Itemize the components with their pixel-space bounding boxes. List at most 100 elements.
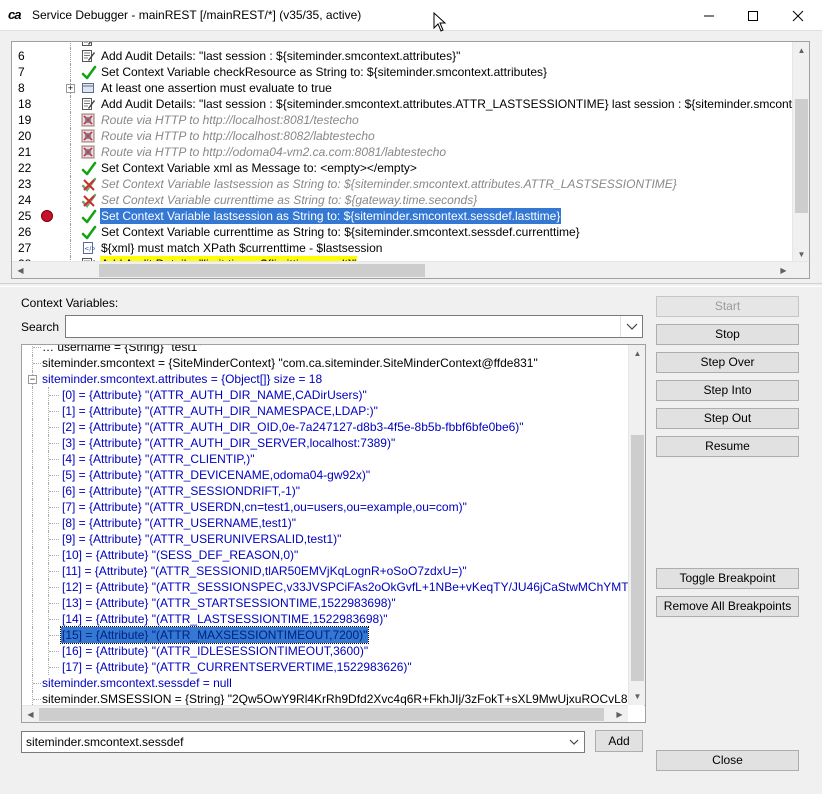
tree-vertical-scrollbar[interactable]: ▲ ▼	[628, 345, 645, 705]
step-over-button[interactable]: Step Over	[656, 352, 799, 373]
context-variable-row[interactable]: siteminder.smcontext = {SiteMinderContex…	[22, 355, 627, 371]
context-variable-row[interactable]: [17] = {Attribute} "(ATTR_CURRENTSERVERT…	[22, 659, 627, 675]
assertion-row[interactable]: 20 Route via HTTP to http://localhost:808…	[12, 128, 792, 144]
search-dropdown-button[interactable]	[620, 316, 642, 337]
minimize-icon	[704, 15, 714, 16]
policy-assertion-list[interactable]: 6 Add Audit Details: "last session : ${si…	[11, 41, 810, 279]
context-variable-row[interactable]: [10] = {Attribute} "(SESS_DEF_REASON,0)"	[22, 547, 627, 563]
close-window-button[interactable]	[776, 0, 820, 31]
tree-horizontal-scrollbar[interactable]: ◀ ▶	[22, 705, 628, 722]
resume-button[interactable]: Resume	[656, 436, 799, 457]
tree-connector	[70, 240, 71, 256]
assertion-row[interactable]: 6 Add Audit Details: "last session : ${si…	[12, 48, 792, 64]
step-into-button[interactable]: Step Into	[656, 380, 799, 401]
assertion-row[interactable]: 23 Set Context Variable lastsession as St…	[12, 176, 792, 192]
variable-name-combobox[interactable]: siteminder.smcontext.sessdef	[21, 731, 585, 753]
assertion-text: Set Context Variable lastsession as Stri…	[100, 208, 562, 224]
context-variable-row[interactable]: [3] = {Attribute} "(ATTR_AUTH_DIR_SERVER…	[22, 435, 627, 451]
tree-connector	[32, 579, 33, 595]
context-variable-row[interactable]: [9] = {Attribute} "(ATTR_USERUNIVERSALID…	[22, 531, 627, 547]
step-out-button[interactable]: Step Out	[656, 408, 799, 429]
assertion-row[interactable]: 24 Set Context Variable currenttime as St…	[12, 192, 792, 208]
scroll-left-icon[interactable]: ◀	[12, 262, 29, 278]
context-variable-text: [0] = {Attribute} "(ATTR_AUTH_DIR_NAME,C…	[62, 388, 367, 402]
line-number: 7	[18, 65, 25, 79]
assertion-text: Set Context Variable currenttime as Stri…	[101, 225, 580, 239]
assertion-row[interactable]: 7 Set Context Variable checkResource as S…	[12, 64, 792, 80]
context-variable-row[interactable]: [15] = {Attribute} "(ATTR_MAXSESSIONTIME…	[22, 626, 627, 644]
maximize-button[interactable]	[731, 0, 775, 31]
tree-connector	[32, 659, 33, 675]
add-variable-button[interactable]: Add	[595, 730, 643, 752]
assertion-row[interactable]: 25 Set Context Variable lastsession as St…	[12, 208, 792, 224]
assertion-row[interactable]: 8 + At least one assertion must evaluate t…	[12, 80, 792, 96]
stop-button[interactable]: Stop	[656, 324, 799, 345]
scroll-thumb[interactable]	[795, 99, 808, 213]
line-number: 23	[18, 177, 32, 191]
edit-icon	[81, 97, 95, 111]
search-input[interactable]	[66, 316, 621, 337]
context-variable-row[interactable]: − siteminder.smcontext.attributes = {Obje…	[22, 371, 627, 387]
context-variable-row[interactable]: [2] = {Attribute} "(ATTR_AUTH_DIR_OID,0e…	[22, 419, 627, 435]
assertion-row[interactable]: 26 Set Context Variable currenttime as St…	[12, 224, 792, 240]
check-icon	[81, 209, 97, 224]
scroll-thumb[interactable]	[39, 708, 604, 721]
variable-dropdown-button[interactable]	[564, 732, 584, 752]
context-variable-text: [3] = {Attribute} "(ATTR_AUTH_DIR_SERVER…	[62, 436, 396, 450]
context-variable-row[interactable]: [4] = {Attribute} "(ATTR_CLIENTIP,)"	[22, 451, 627, 467]
context-variable-row[interactable]: [0] = {Attribute} "(ATTR_AUTH_DIR_NAME,C…	[22, 387, 627, 403]
tree-connector	[49, 475, 59, 476]
assertion-row[interactable]: 19 Route via HTTP to http://localhost:808…	[12, 112, 792, 128]
context-variable-row[interactable]: [8] = {Attribute} "(ATTR_USERNAME,test1)…	[22, 515, 627, 531]
scroll-thumb[interactable]	[631, 435, 644, 681]
context-variable-row[interactable]: [13] = {Attribute} "(ATTR_STARTSESSIONTI…	[22, 595, 627, 611]
context-variable-row[interactable]: … username = {String} "test1"	[22, 345, 627, 355]
check-disabled-icon	[81, 177, 97, 192]
breakpoint-icon[interactable]	[41, 210, 53, 222]
scroll-up-icon[interactable]: ▲	[793, 42, 809, 59]
title-bar[interactable]: ca Service Debugger - mainREST [/mainRES…	[0, 0, 822, 31]
split-pane-divider[interactable]	[0, 283, 822, 287]
line-number: 6	[18, 49, 25, 63]
line-number: 21	[18, 145, 32, 159]
start-button[interactable]: Start	[656, 296, 799, 317]
minimize-button[interactable]	[687, 0, 731, 31]
context-variable-row[interactable]: [11] = {Attribute} "(ATTR_SESSIONID,tlAR…	[22, 563, 627, 579]
search-combobox[interactable]	[65, 315, 643, 338]
scroll-left-icon[interactable]: ◀	[22, 706, 39, 722]
tree-connector	[49, 395, 59, 396]
tree-connector	[70, 48, 71, 64]
context-variable-text: siteminder.smcontext = {SiteMinderContex…	[42, 356, 538, 370]
tree-connector	[33, 699, 41, 700]
scroll-right-icon[interactable]: ▶	[611, 706, 628, 722]
collapse-icon[interactable]: −	[28, 375, 37, 384]
context-variable-row[interactable]: [14] = {Attribute} "(ATTR_LASTSESSIONTIM…	[22, 611, 627, 627]
close-icon	[792, 10, 804, 21]
assertion-row[interactable]: 22 Set Context Variable xml as Message to…	[12, 160, 792, 176]
scroll-right-icon[interactable]: ▶	[775, 262, 792, 278]
remove-all-breakpoints-button[interactable]: Remove All Breakpoints	[656, 596, 799, 617]
assertion-row[interactable]: 21 Route via HTTP to http://odoma04-vm2.c…	[12, 144, 792, 160]
assertion-horizontal-scrollbar[interactable]: ◀ ▶	[12, 261, 809, 278]
context-variable-row[interactable]: [1] = {Attribute} "(ATTR_AUTH_DIR_NAMESP…	[22, 403, 627, 419]
context-variables-tree[interactable]: … username = {String} "test1" siteminder.…	[21, 344, 646, 723]
assertion-vertical-scrollbar[interactable]: ▲ ▼	[792, 42, 809, 263]
close-button[interactable]: Close	[656, 750, 799, 771]
toggle-breakpoint-button[interactable]: Toggle Breakpoint	[656, 568, 799, 589]
context-variable-row[interactable]: [7] = {Attribute} "(ATTR_USERDN,cn=test1…	[22, 499, 627, 515]
assertion-row[interactable]: 18 Add Audit Details: "last session : ${s…	[12, 96, 809, 112]
context-variable-row[interactable]: siteminder.smcontext.sessdef = null	[22, 675, 627, 691]
tree-connector	[32, 627, 33, 643]
scroll-up-icon[interactable]: ▲	[629, 345, 645, 362]
scroll-down-icon[interactable]: ▼	[629, 688, 645, 705]
assertion-row[interactable]: 27 </> ${xml} must match XPath $currenttim…	[12, 240, 792, 256]
context-variable-row[interactable]: [5] = {Attribute} "(ATTR_DEVICENAME,odom…	[22, 467, 627, 483]
context-variable-row[interactable]: [6] = {Attribute} "(ATTR_SESSIONDRIFT,-1…	[22, 483, 627, 499]
assertion-text: Set Context Variable xml as Message to: …	[101, 161, 417, 175]
tree-connector	[70, 64, 71, 80]
expand-icon[interactable]: +	[66, 84, 75, 93]
context-variable-row[interactable]: [12] = {Attribute} "(ATTR_SESSIONSPEC,v3…	[22, 579, 645, 595]
context-variable-row[interactable]: [16] = {Attribute} "(ATTR_IDLESESSIONTIM…	[22, 643, 627, 659]
scroll-thumb[interactable]	[99, 264, 425, 277]
assertion-row[interactable]	[12, 42, 792, 48]
